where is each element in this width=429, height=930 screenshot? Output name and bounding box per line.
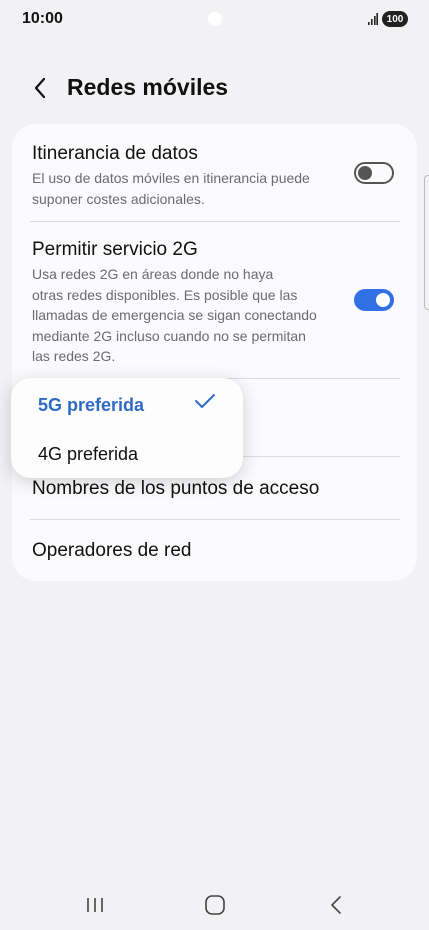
setting-roaming-description: El uso de datos móviles en itinerancia p… [32,168,400,209]
option-5g-preferred[interactable]: 5G preferida [38,395,144,416]
back-button[interactable] [26,74,54,102]
setting-allow-2g-description: Usa redes 2G en áreas donde no haya otra… [32,264,400,367]
toggle-knob [376,293,390,307]
battery-icon: 100 [382,11,408,27]
option-4g-preferred[interactable]: 4G preferida [38,444,138,465]
description-line: Usa redes 2G en áreas donde no haya [32,266,274,282]
setting-operators-title: Operadores de red [32,540,192,561]
toggle-knob [358,166,372,180]
divider [30,221,400,222]
recents-icon [87,898,103,912]
status-bar: 10:00 100 [0,0,429,40]
app-header: Redes móviles [0,68,429,108]
signal-bars-icon [368,13,378,25]
setting-allow-2g-title: Permitir servicio 2G [32,239,198,260]
home-icon [205,895,225,915]
chevron-left-icon [34,77,46,99]
home-button[interactable] [201,892,229,918]
setting-roaming[interactable]: Itinerancia de datos El uso de datos móv… [32,142,400,209]
description-line: las redes 2G. [32,348,116,364]
recents-button[interactable] [81,892,109,918]
setting-apn-title: Nombres de los puntos de acceso [32,478,320,499]
status-time: 10:00 [22,10,63,27]
scrollbar-handle[interactable] [424,175,429,310]
description-line: suponer costes adicionales. [32,190,205,207]
nav-back-button[interactable] [322,892,350,918]
description-line: llamadas de emergencia se sigan conectan… [32,307,317,323]
camera-cutout [208,12,222,26]
network-mode-popup: 5G preferida 4G preferida [11,378,243,478]
setting-operators[interactable]: Operadores de red [32,539,400,563]
checkmark-icon [195,394,215,408]
settings-card: Itinerancia de datos El uso de datos móv… [12,124,417,581]
page-title: Redes móviles [67,74,229,100]
description-line: mediante 2G incluso cuando no se permita… [32,327,306,344]
allow-2g-toggle[interactable] [354,289,394,311]
navigation-bar [0,880,429,930]
setting-apn[interactable]: Nombres de los puntos de acceso [32,477,400,501]
setting-allow-2g[interactable]: Permitir servicio 2G Usa redes 2G en áre… [32,238,400,367]
divider [30,519,400,520]
description-line: El uso de datos móviles en itinerancia p… [32,170,310,186]
setting-roaming-title: Itinerancia de datos [32,143,198,164]
back-icon [331,896,341,914]
roaming-toggle[interactable] [354,162,394,184]
description-line: otras redes disponibles. Es posible que … [32,286,298,303]
